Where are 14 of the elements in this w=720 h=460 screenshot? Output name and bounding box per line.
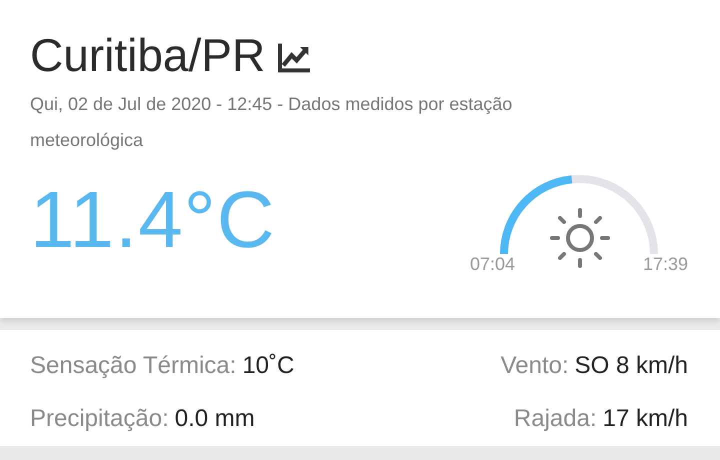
detail-value: 17 km/h	[602, 405, 688, 432]
city-title: Curitiba/PR	[30, 28, 266, 83]
detail-value: 10˚C	[242, 352, 294, 379]
detail-label: Rajada:	[514, 405, 597, 432]
detail-value: 0.0 mm	[174, 405, 255, 432]
detail-value: SO 8 km/h	[574, 352, 688, 379]
detail-label: Sensação Térmica:	[30, 352, 236, 379]
temperature: 11.4°C	[30, 174, 276, 266]
detail-label: Precipitação:	[30, 405, 169, 432]
sunset-time: 17:39	[642, 254, 688, 275]
sun-icon	[548, 206, 612, 270]
detail-label: Vento:	[500, 352, 569, 379]
measurement-info: Qui, 02 de Jul de 2020 - 12:45 - Dados medidos por estação meteorológica	[30, 93, 514, 152]
sunrise-time: 07:04	[470, 254, 516, 275]
